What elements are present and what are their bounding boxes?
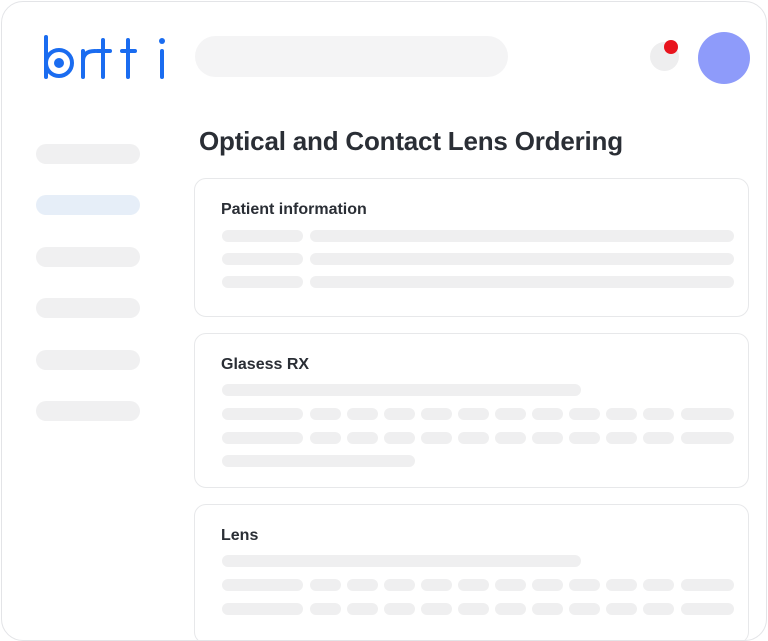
card-title: Lens bbox=[221, 527, 259, 544]
cell-placeholder[interactable] bbox=[643, 432, 674, 444]
cell-placeholder[interactable] bbox=[569, 603, 600, 615]
field-value-placeholder[interactable] bbox=[310, 276, 734, 288]
cell-placeholder[interactable] bbox=[569, 408, 600, 420]
cell-placeholder[interactable] bbox=[458, 603, 489, 615]
cell-placeholder[interactable] bbox=[310, 432, 341, 444]
cell-placeholder[interactable] bbox=[495, 408, 526, 420]
sidebar-item[interactable] bbox=[36, 247, 140, 267]
cell-placeholder[interactable] bbox=[606, 432, 637, 444]
field-label-placeholder bbox=[222, 276, 303, 288]
cell-placeholder[interactable] bbox=[421, 579, 452, 591]
cell-placeholder[interactable] bbox=[421, 603, 452, 615]
lens-card: Lens bbox=[194, 504, 749, 640]
line-placeholder bbox=[222, 384, 581, 396]
cell-placeholder[interactable] bbox=[495, 432, 526, 444]
line-placeholder bbox=[222, 455, 415, 467]
glasses-rx-card: Glasess RX bbox=[194, 333, 749, 488]
cell-placeholder[interactable] bbox=[421, 408, 452, 420]
cell-placeholder[interactable] bbox=[606, 408, 637, 420]
cell-placeholder[interactable] bbox=[532, 408, 563, 420]
card-title: Patient information bbox=[221, 201, 367, 218]
row-label-placeholder bbox=[222, 579, 303, 591]
card-title: Glasess RX bbox=[221, 356, 310, 373]
patient-information-card: Patient information bbox=[194, 178, 749, 317]
app-window: barti bbox=[1, 1, 767, 641]
avatar[interactable] bbox=[698, 32, 750, 84]
cell-placeholder[interactable] bbox=[681, 432, 734, 444]
cell-placeholder[interactable] bbox=[347, 579, 378, 591]
sidebar-item[interactable] bbox=[36, 401, 140, 421]
field-label-placeholder bbox=[222, 230, 303, 242]
cell-placeholder[interactable] bbox=[643, 603, 674, 615]
sidebar-item[interactable] bbox=[36, 350, 140, 370]
cell-placeholder[interactable] bbox=[532, 432, 563, 444]
line-placeholder bbox=[222, 555, 581, 567]
row-label-placeholder bbox=[222, 603, 303, 615]
cell-placeholder[interactable] bbox=[458, 579, 489, 591]
cell-placeholder[interactable] bbox=[569, 579, 600, 591]
field-label-placeholder bbox=[222, 253, 303, 265]
cell-placeholder[interactable] bbox=[384, 603, 415, 615]
cell-placeholder[interactable] bbox=[681, 603, 734, 615]
cell-placeholder[interactable] bbox=[606, 579, 637, 591]
cell-placeholder[interactable] bbox=[532, 603, 563, 615]
cell-placeholder[interactable] bbox=[347, 432, 378, 444]
cell-placeholder[interactable] bbox=[310, 603, 341, 615]
notification-dot bbox=[664, 40, 678, 54]
barti-logo[interactable]: barti bbox=[43, 32, 167, 82]
field-value-placeholder[interactable] bbox=[310, 253, 734, 265]
cell-placeholder[interactable] bbox=[532, 579, 563, 591]
cell-placeholder[interactable] bbox=[384, 408, 415, 420]
row-label-placeholder bbox=[222, 408, 303, 420]
cell-placeholder[interactable] bbox=[495, 603, 526, 615]
sidebar-item[interactable] bbox=[36, 144, 140, 164]
row-label-placeholder bbox=[222, 432, 303, 444]
cell-placeholder[interactable] bbox=[681, 579, 734, 591]
cell-placeholder[interactable] bbox=[495, 579, 526, 591]
cell-placeholder[interactable] bbox=[569, 432, 600, 444]
page-title: Optical and Contact Lens Ordering bbox=[199, 126, 623, 156]
cell-placeholder[interactable] bbox=[458, 408, 489, 420]
cell-placeholder[interactable] bbox=[643, 579, 674, 591]
cell-placeholder[interactable] bbox=[606, 603, 637, 615]
search-input[interactable] bbox=[195, 36, 508, 77]
field-value-placeholder[interactable] bbox=[310, 230, 734, 242]
cell-placeholder[interactable] bbox=[681, 408, 734, 420]
cell-placeholder[interactable] bbox=[347, 408, 378, 420]
sidebar-item-active[interactable] bbox=[36, 195, 140, 215]
cell-placeholder[interactable] bbox=[458, 432, 489, 444]
cell-placeholder[interactable] bbox=[310, 408, 341, 420]
cell-placeholder[interactable] bbox=[384, 432, 415, 444]
cell-placeholder[interactable] bbox=[643, 408, 674, 420]
cell-placeholder[interactable] bbox=[384, 579, 415, 591]
cell-placeholder[interactable] bbox=[347, 603, 378, 615]
cell-placeholder[interactable] bbox=[421, 432, 452, 444]
sidebar-item[interactable] bbox=[36, 298, 140, 318]
cell-placeholder[interactable] bbox=[310, 579, 341, 591]
